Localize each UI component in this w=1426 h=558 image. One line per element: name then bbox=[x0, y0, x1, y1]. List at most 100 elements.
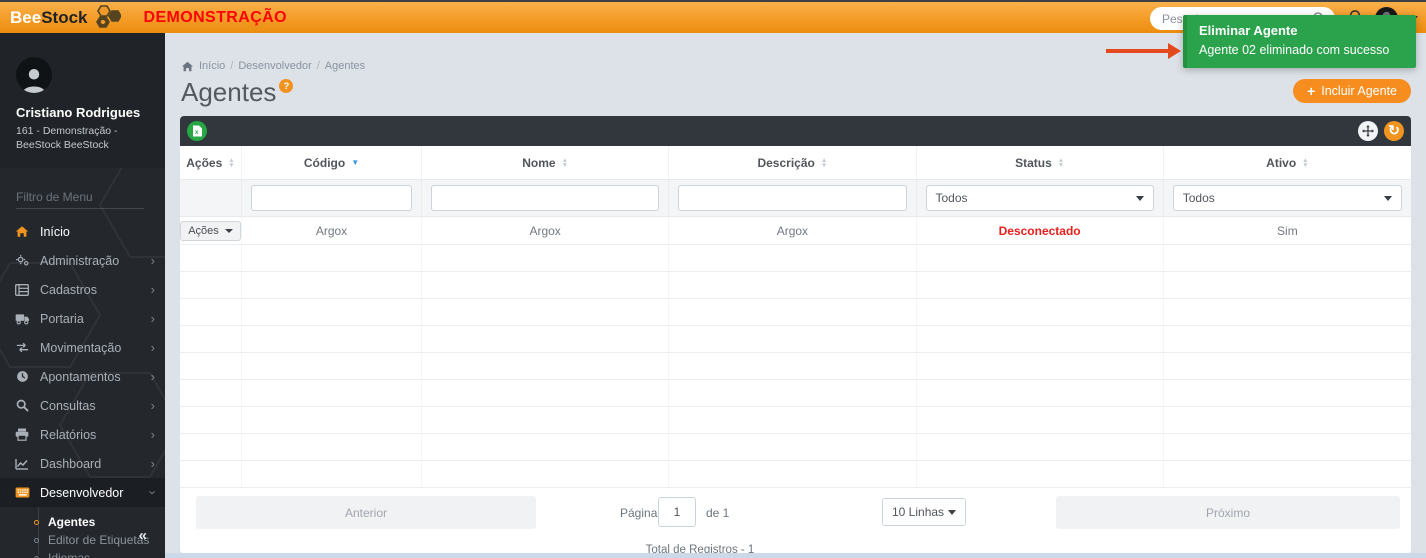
page-label: Página bbox=[620, 506, 657, 520]
fullscreen-button[interactable] bbox=[1358, 121, 1378, 141]
user-organization: 161 - Demonstração - BeeStock BeeStock bbox=[16, 124, 146, 152]
column-header-descricao[interactable]: Descrição ▲▼ bbox=[669, 146, 916, 179]
selected-option-label: 10 Linhas bbox=[892, 505, 944, 519]
sidebar-item-label: Movimentação bbox=[40, 341, 121, 355]
help-badge[interactable]: ? bbox=[279, 79, 293, 93]
agentes-panel: x ↻ Ações bbox=[180, 116, 1411, 553]
sidebar-item-label: Desenvolvedor bbox=[40, 486, 123, 500]
empty-table-row bbox=[180, 461, 1411, 488]
sidebar-profile: Cristiano Rodrigues 161 - Demonstração -… bbox=[0, 33, 165, 168]
menu-filter-input[interactable] bbox=[16, 186, 144, 209]
row-actions-label: Ações bbox=[188, 225, 219, 237]
refresh-button[interactable]: ↻ bbox=[1384, 121, 1404, 141]
sidebar-item-label: Cadastros bbox=[40, 283, 97, 297]
sidebar-item-cadastros[interactable]: Cadastros › bbox=[0, 275, 165, 304]
sidebar-item-label: Portaria bbox=[40, 312, 84, 326]
next-page-button[interactable]: Próximo bbox=[1056, 496, 1400, 529]
sidebar-subitem-idiomas[interactable]: Idiomas bbox=[0, 549, 165, 558]
annotation-arrow-icon bbox=[1106, 43, 1181, 59]
chevron-down-icon bbox=[948, 510, 956, 515]
filter-input-codigo[interactable] bbox=[251, 185, 412, 211]
chevron-down-icon bbox=[1384, 196, 1392, 201]
sidebar-item-desenvolvedor[interactable]: Desenvolvedor › bbox=[0, 478, 165, 507]
gears-icon bbox=[12, 254, 32, 267]
chevron-right-icon: › bbox=[151, 312, 155, 325]
bullet-icon bbox=[34, 538, 39, 543]
filter-input-nome[interactable] bbox=[431, 185, 659, 211]
column-header-acoes[interactable]: Ações ▲▼ bbox=[180, 146, 242, 179]
chevron-right-icon: › bbox=[151, 457, 155, 470]
cell-descricao: Argox bbox=[669, 217, 916, 244]
move-arrows-icon bbox=[1362, 125, 1374, 137]
filter-select-ativo[interactable]: Todos bbox=[1173, 185, 1402, 211]
sidebar-item-label: Dashboard bbox=[40, 457, 101, 471]
breadcrumb-item[interactable]: Agentes bbox=[325, 60, 365, 72]
transfer-arrows-icon bbox=[12, 342, 32, 353]
sort-icon: ▲▼ bbox=[821, 158, 827, 168]
sort-icon: ▲▼ bbox=[228, 158, 234, 168]
breadcrumb-item[interactable]: Desenvolvedor bbox=[238, 60, 311, 72]
column-header-codigo[interactable]: Código ▼ bbox=[242, 146, 422, 179]
column-label: Ativo bbox=[1266, 156, 1296, 170]
sidebar-subitem-label: Agentes bbox=[48, 515, 95, 529]
cell-status: Desconectado bbox=[917, 217, 1164, 244]
table-row: Ações Argox Argox Argox Desconectado Sim bbox=[180, 217, 1411, 245]
breadcrumb-separator: / bbox=[230, 60, 233, 72]
sidebar-item-portaria[interactable]: Portaria › bbox=[0, 304, 165, 333]
column-label: Descrição bbox=[757, 156, 814, 170]
sidebar-item-label: Administração bbox=[40, 254, 119, 268]
truck-icon bbox=[12, 313, 32, 325]
user-name: Cristiano Rodrigues bbox=[16, 105, 149, 120]
total-records-label: Total de Registros - 1 bbox=[610, 544, 790, 556]
sidebar-item-movimentacao[interactable]: Movimentação › bbox=[0, 333, 165, 362]
table-header-row: Ações ▲▼ Código ▼ Nome ▲▼ Descrição ▲▼ S… bbox=[180, 146, 1411, 180]
empty-table-row bbox=[180, 272, 1411, 299]
refresh-icon: ↻ bbox=[1388, 123, 1400, 137]
app-window: BeeStock DEMONSTRAÇÃO bbox=[0, 0, 1426, 558]
empty-table-row bbox=[180, 299, 1411, 326]
sidebar-item-relatorios[interactable]: Relatórios › bbox=[0, 420, 165, 449]
selected-option-label: Todos bbox=[1183, 191, 1215, 205]
rows-per-page-select[interactable]: 10 Linhas bbox=[882, 498, 966, 526]
column-label: Código bbox=[304, 156, 345, 170]
pagination-bar: Anterior Página de 1 10 Linhas Próximo T… bbox=[180, 488, 1411, 534]
page-number-input[interactable] bbox=[658, 497, 696, 527]
bullet-icon bbox=[34, 520, 39, 525]
beestock-logo[interactable]: BeeStock bbox=[10, 5, 121, 31]
sidebar-subitem-label: Editor de Etiquetas bbox=[48, 533, 149, 547]
column-header-status[interactable]: Status ▲▼ bbox=[917, 146, 1164, 179]
sidebar: Cristiano Rodrigues 161 - Demonstração -… bbox=[0, 33, 165, 558]
sidebar-item-dashboard[interactable]: Dashboard › bbox=[0, 449, 165, 478]
honeycomb-icon bbox=[91, 5, 121, 31]
table-filter-row: Todos Todos bbox=[180, 180, 1411, 217]
clock-icon bbox=[12, 370, 32, 383]
toast-message: Agente 02 eliminado com sucesso bbox=[1199, 43, 1406, 57]
sidebar-menu: Início Administração › bbox=[0, 217, 165, 558]
sidebar-item-label: Relatórios bbox=[40, 428, 96, 442]
sidebar-item-consultas[interactable]: Consultas › bbox=[0, 391, 165, 420]
filter-select-status[interactable]: Todos bbox=[926, 185, 1154, 211]
sidebar-item-label: Início bbox=[40, 225, 70, 239]
chevron-right-icon: › bbox=[151, 428, 155, 441]
environment-label: DEMONSTRAÇÃO bbox=[143, 9, 286, 27]
home-icon bbox=[181, 61, 194, 72]
sidebar-item-administracao[interactable]: Administração › bbox=[0, 246, 165, 275]
column-header-nome[interactable]: Nome ▲▼ bbox=[422, 146, 669, 179]
empty-table-row bbox=[180, 326, 1411, 353]
column-header-ativo[interactable]: Ativo ▲▼ bbox=[1164, 146, 1411, 179]
sidebar-avatar[interactable] bbox=[16, 57, 52, 93]
keyboard-icon bbox=[12, 487, 32, 498]
breadcrumb-separator: / bbox=[317, 60, 320, 72]
chevron-down-icon bbox=[225, 229, 233, 233]
filter-input-descricao[interactable] bbox=[678, 185, 906, 211]
success-toast[interactable]: Eliminar Agente Agente 02 eliminado com … bbox=[1183, 15, 1416, 68]
row-actions-dropdown[interactable]: Ações bbox=[180, 221, 241, 241]
incluir-agente-button[interactable]: + Incluir Agente bbox=[1293, 79, 1411, 103]
breadcrumb-item[interactable]: Início bbox=[199, 60, 225, 72]
chevron-right-icon: › bbox=[151, 283, 155, 296]
export-excel-button[interactable]: x bbox=[187, 121, 207, 141]
sidebar-item-apontamentos[interactable]: Apontamentos › bbox=[0, 362, 165, 391]
sidebar-item-inicio[interactable]: Início bbox=[0, 217, 165, 246]
sidebar-collapse-button[interactable]: « bbox=[139, 527, 147, 544]
previous-page-button[interactable]: Anterior bbox=[196, 496, 536, 529]
